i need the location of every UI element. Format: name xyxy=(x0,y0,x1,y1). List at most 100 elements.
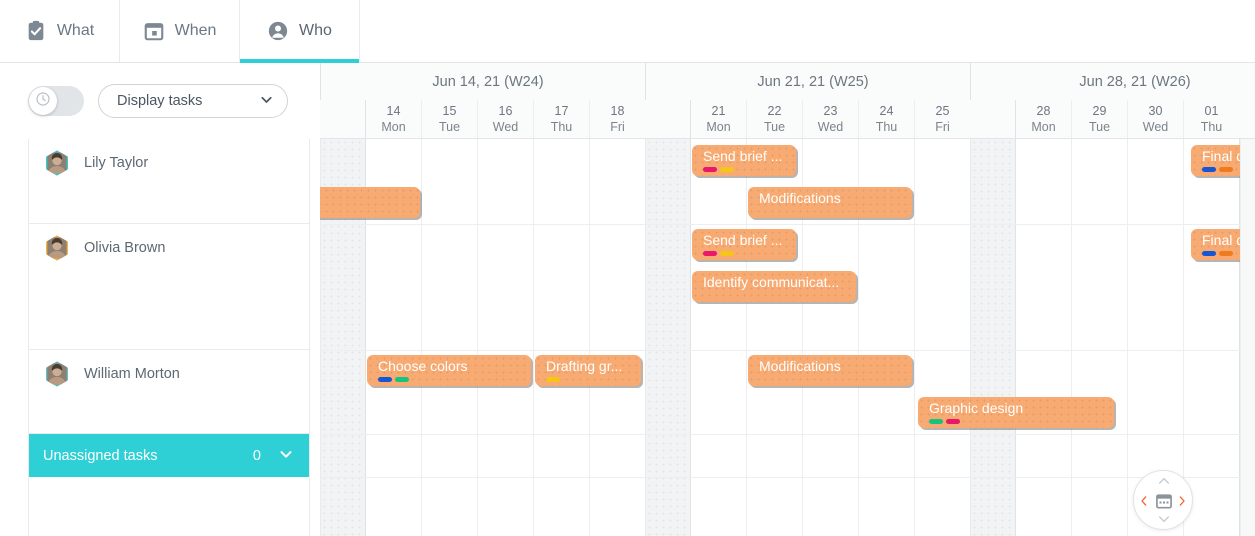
task-tag-chips xyxy=(378,377,409,382)
day-weekday: Thu xyxy=(550,119,573,134)
task-tag-chips xyxy=(1202,167,1233,172)
timeline-header: Jun 14, 21 (W24) Jun 21, 21 (W25) Jun 28, … xyxy=(320,63,1255,139)
chevron-right-icon[interactable] xyxy=(1175,492,1189,510)
day-weekday: Wed xyxy=(492,119,519,134)
task-tag-chip xyxy=(703,167,717,172)
day-weekday: Fri xyxy=(935,119,950,134)
tab-what-label: What xyxy=(56,22,95,39)
task-bar-label: Send brief ... xyxy=(703,148,783,164)
week-header-label: Jun 28, 21 (W26) xyxy=(1079,73,1191,90)
day-number: 22 xyxy=(767,104,782,119)
clock-icon xyxy=(35,91,51,112)
task-bar-label: Send brief ... xyxy=(703,232,783,248)
task-tag-chip xyxy=(703,251,717,256)
tab-when-label: When xyxy=(174,22,217,39)
day-weekday: Wed xyxy=(1142,119,1169,134)
time-tracking-toggle[interactable] xyxy=(28,86,84,116)
day-header: 17 Thu xyxy=(533,100,589,138)
resource-list: Lily Taylor Olivia Brown William Morton Un… xyxy=(28,139,310,536)
main-tab-bar: What When Who xyxy=(0,0,1255,63)
task-tag-chip xyxy=(546,377,560,382)
person-icon xyxy=(267,20,289,42)
avatar xyxy=(43,360,71,388)
task-bar-label: Choose colors xyxy=(378,358,468,374)
chevron-down-icon[interactable] xyxy=(1155,512,1173,526)
day-number: 21 xyxy=(711,104,726,119)
day-weekday: Tue xyxy=(438,119,461,134)
task-tag-chips xyxy=(703,167,734,172)
task-bar[interactable]: Modifications xyxy=(748,187,912,218)
task-tag-chip xyxy=(929,419,943,424)
calendar-icon[interactable] xyxy=(1153,490,1175,512)
task-bar[interactable] xyxy=(320,187,420,218)
day-number: 25 xyxy=(935,104,950,119)
week-header: Jun 21, 21 (W25) xyxy=(645,63,980,100)
task-bar[interactable]: Send brief ... xyxy=(692,229,796,260)
toggle-knob xyxy=(29,87,57,115)
day-weekday: Tue xyxy=(763,119,786,134)
gantt-grid[interactable]: Send brief ... Modifications Final de Send … xyxy=(320,139,1255,536)
chevron-down-icon[interactable] xyxy=(277,445,295,467)
row-separator xyxy=(320,434,1255,435)
day-number: 01 xyxy=(1204,104,1219,119)
week-header-label: Jun 21, 21 (W25) xyxy=(757,73,869,90)
chevron-down-icon xyxy=(258,91,275,112)
task-bar-label: Modifications xyxy=(759,358,841,374)
day-number: 15 xyxy=(442,104,457,119)
day-number: 23 xyxy=(823,104,838,119)
unassigned-tasks-count: 0 xyxy=(252,447,261,464)
task-tag-chips xyxy=(546,377,560,382)
day-number: 28 xyxy=(1036,104,1051,119)
task-bar[interactable]: Graphic design xyxy=(918,397,1114,428)
task-bar-label: Modifications xyxy=(759,190,841,206)
day-number: 29 xyxy=(1092,104,1107,119)
week-header: Jun 14, 21 (W24) xyxy=(320,63,655,100)
task-bar[interactable]: Drafting gr... xyxy=(535,355,641,386)
task-bar[interactable]: Choose colors xyxy=(367,355,531,386)
day-header: 25 Fri xyxy=(914,100,970,138)
display-tasks-select[interactable]: Display tasks xyxy=(98,84,288,118)
task-tag-chip xyxy=(378,377,392,382)
day-header: 30 Wed xyxy=(1127,100,1183,138)
task-tag-chip xyxy=(1202,251,1216,256)
day-number: 14 xyxy=(386,104,401,119)
day-weekday: Mon xyxy=(706,119,731,134)
calendar-icon xyxy=(143,20,165,42)
tab-when[interactable]: When xyxy=(120,0,240,62)
day-weekday: Mon xyxy=(381,119,406,134)
task-bar-label: Graphic design xyxy=(929,400,1024,416)
task-tag-chip xyxy=(1202,167,1216,172)
avatar xyxy=(43,149,71,177)
timeline-nav-dial xyxy=(1133,470,1193,530)
chevron-up-icon[interactable] xyxy=(1155,474,1173,488)
day-header: 28 Mon xyxy=(1015,100,1071,138)
task-tag-chip xyxy=(395,377,409,382)
day-number: 18 xyxy=(610,104,625,119)
task-tag-chip xyxy=(1219,251,1233,256)
day-number: 30 xyxy=(1148,104,1163,119)
day-weekday: Mon xyxy=(1031,119,1056,134)
resource-row[interactable]: Olivia Brown xyxy=(29,224,309,350)
day-number: 16 xyxy=(498,104,513,119)
unassigned-tasks-row[interactable]: Unassigned tasks 0 xyxy=(29,434,309,477)
day-header: 24 Thu xyxy=(858,100,914,138)
day-header: 15 Tue xyxy=(421,100,477,138)
resource-name: Lily Taylor xyxy=(84,155,149,171)
row-separator xyxy=(320,477,1255,478)
resource-row[interactable]: William Morton xyxy=(29,350,309,434)
chevron-left-icon[interactable] xyxy=(1137,492,1151,510)
vertical-scrollbar[interactable] xyxy=(1240,139,1255,536)
task-bar[interactable]: Send brief ... xyxy=(692,145,796,176)
task-tag-chip xyxy=(720,251,734,256)
task-bar[interactable]: Identify communicat... xyxy=(692,271,856,302)
day-header: 16 Wed xyxy=(477,100,533,138)
week-header-label: Jun 14, 21 (W24) xyxy=(432,73,544,90)
day-header: 29 Tue xyxy=(1071,100,1127,138)
clipboard-check-icon xyxy=(25,20,47,42)
task-bar[interactable]: Modifications xyxy=(748,355,912,386)
task-tag-chip xyxy=(720,167,734,172)
tab-who[interactable]: Who xyxy=(240,0,360,63)
tab-who-label: Who xyxy=(299,22,332,39)
resource-row[interactable]: Lily Taylor xyxy=(29,139,309,224)
tab-what[interactable]: What xyxy=(0,0,120,62)
